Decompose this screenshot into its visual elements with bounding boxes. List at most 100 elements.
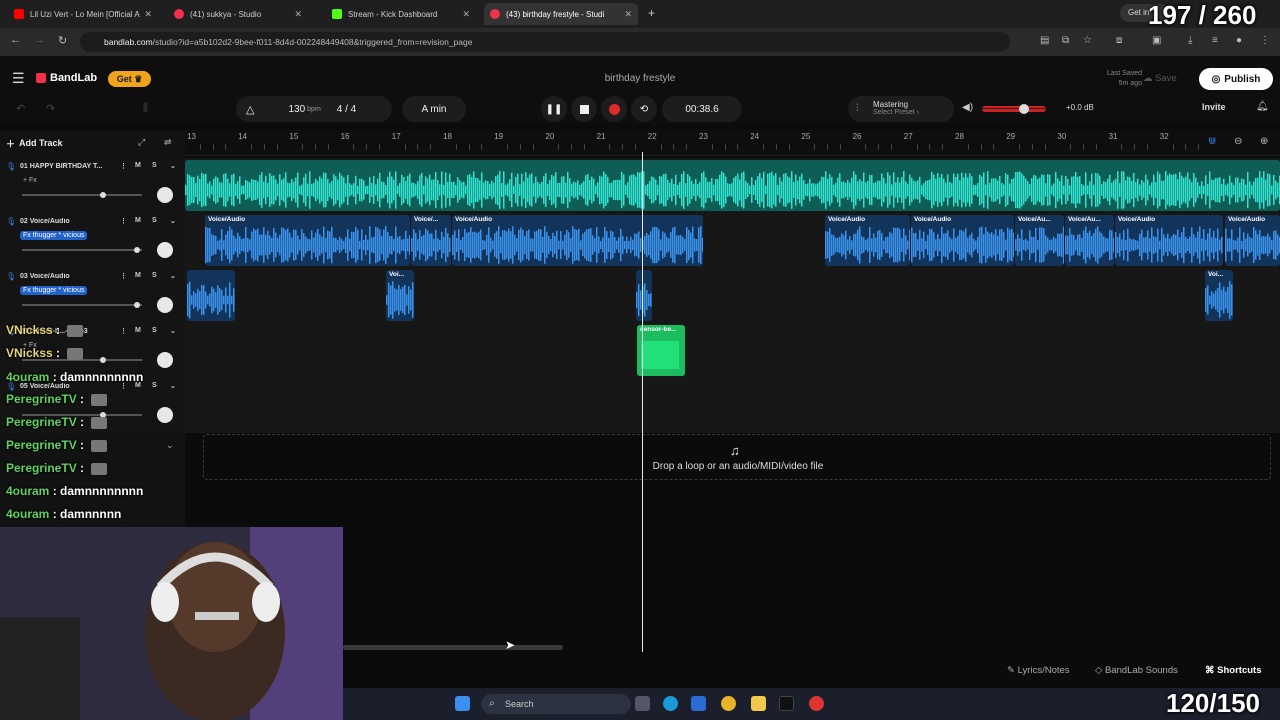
forward-icon[interactable]: → <box>34 34 45 46</box>
project-title[interactable]: birthday frestyle <box>540 73 740 84</box>
chevron-down-icon[interactable]: ⌄ <box>170 327 176 335</box>
solo-button[interactable]: S <box>152 327 157 334</box>
close-icon[interactable]: ✕ <box>624 9 632 20</box>
track-name[interactable]: 01 HAPPY BIRTHDAY T... <box>20 163 116 170</box>
solo-button[interactable]: S <box>152 162 157 169</box>
store-icon[interactable] <box>691 696 706 711</box>
mute-button[interactable]: M <box>135 272 141 279</box>
track-row[interactable]: 🎙︎ 01 HAPPY BIRTHDAY T... ⋮ M S ⌄ + Fx <box>0 158 1280 213</box>
audio-clip[interactable]: Voi... <box>386 270 414 321</box>
mute-button[interactable]: M <box>135 217 141 224</box>
zoom-out-icon[interactable]: ⊖ <box>1234 136 1242 147</box>
undo-icon[interactable]: ↶ <box>16 102 25 115</box>
track-lane[interactable] <box>185 378 1280 433</box>
edge-icon[interactable] <box>663 696 678 711</box>
chevron-down-icon[interactable]: ⌄ <box>166 440 174 451</box>
audio-clip[interactable]: Voice/Audio <box>1115 215 1223 266</box>
invite-button[interactable]: Invite <box>1202 102 1226 112</box>
reload-icon[interactable]: ↻ <box>58 34 67 47</box>
drop-zone[interactable]: ♫ Drop a loop or an audio/MIDI/video fil… <box>203 434 1271 480</box>
back-icon[interactable]: ← <box>10 34 21 46</box>
time-signature[interactable]: 4 / 4 <box>337 104 356 115</box>
menu-icon[interactable]: ⋮ <box>1260 35 1270 46</box>
cast-icon[interactable]: ⧉ <box>1062 35 1069 46</box>
tiktok-icon[interactable] <box>779 696 794 711</box>
track-header[interactable]: 🎙︎ 02 Voice/Audio ⋮ M S ⌄ Fx thugger * vicious <box>0 213 185 268</box>
audio-clip[interactable]: Voice/Audio <box>825 215 910 266</box>
metronome-icon[interactable]: △ <box>246 103 254 116</box>
audio-clip[interactable]: Voice/... <box>411 215 451 266</box>
taskbar-search[interactable]: ⌕ Search <box>481 694 631 714</box>
chrome-icon[interactable] <box>721 696 736 711</box>
sidebar-icon[interactable]: ▣ <box>1152 35 1161 46</box>
slider-handle[interactable] <box>134 302 140 308</box>
snap-magnet-icon[interactable]: ⋓ <box>1208 136 1216 147</box>
track-row[interactable]: 🎙︎ 02 Voice/Audio ⋮ M S ⌄ Fx thugger * vicious… <box>0 213 1280 268</box>
track-options-icon[interactable]: ⋮ <box>120 162 127 170</box>
pan-knob[interactable] <box>157 187 173 203</box>
reader-icon[interactable]: ▤ <box>1040 35 1049 46</box>
slider-handle[interactable] <box>100 192 106 198</box>
track-options-icon[interactable]: ⋮ <box>120 327 127 335</box>
chevron-down-icon[interactable]: ⌄ <box>170 162 176 170</box>
new-tab-button[interactable]: + <box>648 6 655 20</box>
bell-icon[interactable]: 🔔︎ <box>1256 101 1269 112</box>
pan-knob[interactable] <box>157 297 173 313</box>
loop-button[interactable]: ⟲ <box>631 96 657 122</box>
solo-button[interactable]: S <box>152 217 157 224</box>
bandlab-logo[interactable]: BandLab <box>36 72 97 84</box>
track-row[interactable]: 🎙︎ 04 censor-b...-1.mp3 ⋮ M S ⌄ + Fx censor-be.… <box>0 323 1280 378</box>
url-field[interactable]: bandlab.com/studio?id=a5b102d2-9bee-f011… <box>80 32 1010 52</box>
audio-clip[interactable] <box>187 270 235 321</box>
stop-button[interactable] <box>571 96 597 122</box>
automation-icon[interactable]: ⤢ <box>138 137 145 148</box>
bandlab-sounds-button[interactable]: ◇ BandLab Sounds <box>1095 665 1178 676</box>
audio-clip[interactable] <box>636 270 652 321</box>
solo-button[interactable]: S <box>152 272 157 279</box>
track-options-icon[interactable]: ⋮ <box>120 217 127 225</box>
track-header[interactable]: 🎙︎ 03 Voice/Audio ⋮ M S ⌄ Fx thugger * vicious <box>0 268 185 323</box>
download-icon[interactable]: ⤓ <box>1188 35 1192 46</box>
fx-button[interactable]: Fx thugger * vicious <box>20 286 88 295</box>
hamburger-icon[interactable]: ☰ <box>12 70 25 87</box>
playhead[interactable] <box>642 152 643 652</box>
track-settings-icon[interactable]: ⇌ <box>164 137 172 148</box>
track-header[interactable]: 🎙︎ 01 HAPPY BIRTHDAY T... ⋮ M S ⌄ + Fx <box>0 158 185 213</box>
publish-button[interactable]: ◎ Publish <box>1199 68 1273 90</box>
chevron-down-icon[interactable]: ⌄ <box>170 272 176 280</box>
audio-clip[interactable]: Voi... <box>1205 270 1233 321</box>
lyrics-notes-button[interactable]: ✎ Lyrics/Notes <box>1007 665 1070 676</box>
redo-icon[interactable]: ↷ <box>46 102 55 115</box>
audio-clip[interactable]: censor-be... <box>637 325 685 376</box>
key-selector[interactable]: A min <box>402 96 466 122</box>
tab-birthday-frestyle[interactable]: (43) birthday frestyle - Studi ✕ <box>484 3 638 25</box>
speaker-icon[interactable]: ◀) <box>962 102 973 113</box>
slider-handle[interactable] <box>100 357 106 363</box>
audio-clip[interactable] <box>185 160 1280 211</box>
extensions-icon[interactable]: ⧈ <box>1116 35 1122 46</box>
track-volume-slider[interactable] <box>22 247 142 253</box>
master-volume-slider[interactable] <box>982 104 1046 114</box>
bookmark-star-icon[interactable]: ☆ <box>1083 35 1092 46</box>
windows-start-icon[interactable] <box>455 696 470 711</box>
close-icon[interactable]: ✕ <box>462 9 470 20</box>
record-button[interactable] <box>601 96 627 122</box>
app-icon[interactable] <box>809 696 824 711</box>
fx-button[interactable]: + Fx <box>20 176 40 185</box>
track-volume-slider[interactable] <box>22 192 142 198</box>
bpm-value[interactable]: 130 <box>288 104 305 115</box>
track-name[interactable]: 02 Voice/Audio <box>20 218 116 225</box>
horizontal-scrollbar[interactable] <box>343 645 563 650</box>
pan-knob[interactable] <box>157 352 173 368</box>
mastering-button[interactable]: ⫶ Mastering Select Preset › <box>848 96 954 122</box>
tab-youtube[interactable]: Lil Uzi Vert - Lo Mein [Official A ✕ <box>8 3 158 25</box>
track-lane[interactable]: Voi... Voi... <box>185 268 1280 323</box>
file-explorer-icon[interactable] <box>751 696 766 711</box>
tab-kick-dashboard[interactable]: Stream - Kick Dashboard ✕ <box>326 3 476 25</box>
add-track-button[interactable]: ＋ Add Track <box>6 136 78 150</box>
pause-button[interactable]: ❚❚ <box>541 96 567 122</box>
close-icon[interactable]: ✕ <box>294 9 302 20</box>
audio-clip[interactable]: Voice/Audio <box>452 215 703 266</box>
track-lane[interactable]: censor-be... <box>185 323 1280 378</box>
profile-icon[interactable]: ● <box>1236 35 1242 46</box>
